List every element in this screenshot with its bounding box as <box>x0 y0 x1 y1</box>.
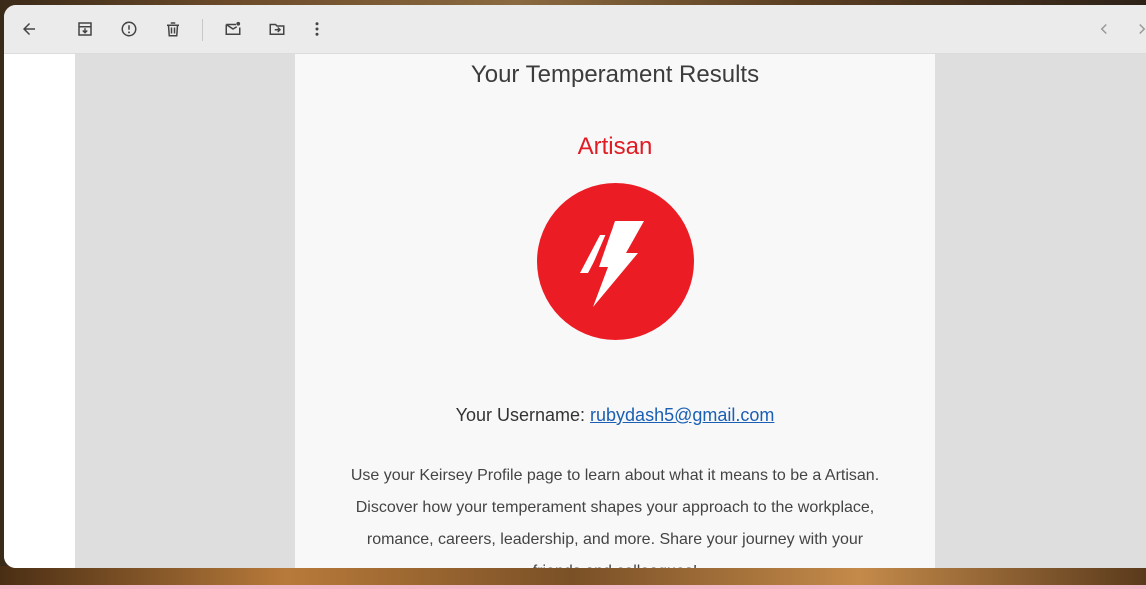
temperament-name: Artisan <box>577 133 653 160</box>
mark-unread-button[interactable] <box>217 13 249 45</box>
email-body-area: Your Temperament Results Artisan Your Us… <box>4 54 1146 568</box>
archive-button[interactable] <box>69 13 101 45</box>
description-line: Use your Keirsey Profile page to learn a… <box>350 467 880 484</box>
description-text: Use your Keirsey Profile page to learn a… <box>335 460 895 568</box>
taskbar-strip <box>0 585 1146 589</box>
next-icon <box>1139 23 1146 35</box>
username-line: Your Username: rubydash5@gmail.com <box>295 404 935 426</box>
delete-button[interactable] <box>157 13 189 45</box>
more-options-button[interactable] <box>301 13 333 45</box>
mark-unread-icon <box>225 21 241 35</box>
toolbar-divider <box>202 19 203 41</box>
email-window: Your Temperament Results Artisan Your Us… <box>4 5 1146 568</box>
back-button[interactable] <box>13 13 45 45</box>
report-spam-button[interactable] <box>113 13 145 45</box>
results-heading: Your Temperament Results <box>470 61 760 88</box>
username-label: Your Username: <box>455 405 586 425</box>
desktop-wallpaper <box>0 566 1146 589</box>
back-arrow-icon <box>23 23 35 35</box>
report-spam-icon <box>121 21 137 37</box>
archive-icon <box>78 22 92 36</box>
delete-icon <box>167 22 179 37</box>
description-line: Discover how your temperament shapes you… <box>355 499 875 516</box>
artisan-badge <box>537 183 694 340</box>
move-to-button[interactable] <box>261 13 293 45</box>
description-line: friends and colleagues! <box>335 556 895 568</box>
lightning-bolt-icon <box>580 221 644 307</box>
previous-email-button[interactable] <box>1088 13 1120 45</box>
email-toolbar <box>4 5 1146 54</box>
prev-icon <box>1100 23 1107 35</box>
email-card: Your Temperament Results Artisan Your Us… <box>295 54 935 568</box>
username-link[interactable]: rubydash5@gmail.com <box>590 405 774 425</box>
description-line: romance, careers, leadership, and more. … <box>366 531 864 548</box>
next-email-button[interactable] <box>1126 13 1146 45</box>
move-to-icon <box>269 23 285 35</box>
more-vert-icon <box>315 22 319 36</box>
